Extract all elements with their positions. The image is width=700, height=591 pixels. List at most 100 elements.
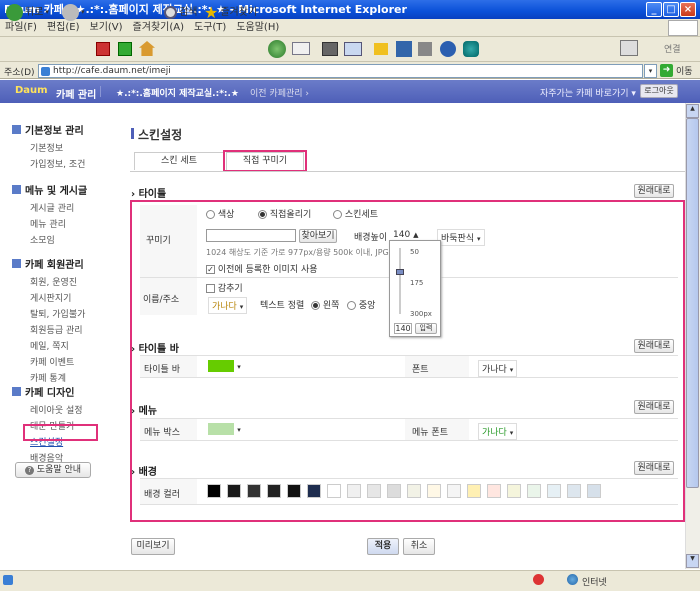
align-left-radio[interactable]: 왼쪽	[311, 298, 339, 311]
bg-color-label: 배경 컬러	[144, 490, 180, 500]
hide-checkbox[interactable]: 감추기	[206, 281, 243, 294]
stop-icon[interactable]	[96, 42, 110, 56]
sidebar-item-layout[interactable]: 레이아웃 설정	[30, 403, 83, 416]
sidebar-item-menu-manage[interactable]: 메뉴 관리	[30, 217, 87, 230]
radio-color[interactable]: 색상	[206, 207, 234, 220]
menu-color-picker[interactable]: ▾	[208, 423, 241, 435]
sidebar-item-posts[interactable]: 게시글 관리	[30, 201, 87, 214]
preview-button[interactable]: 미리보기	[131, 538, 175, 555]
sidebar-item-join-info[interactable]: 가입정보, 조건	[30, 157, 85, 170]
tools-icon[interactable]	[620, 40, 638, 56]
menu-icon	[12, 185, 21, 194]
bg-color-swatch[interactable]	[467, 484, 481, 498]
sidebar-item-stats[interactable]: 카페 통계	[30, 371, 85, 384]
mail-icon[interactable]	[292, 42, 310, 55]
bg-color-swatch[interactable]	[567, 484, 581, 498]
sidebar-item-basic-info[interactable]: 기본정보	[30, 141, 85, 154]
slider-track[interactable]	[399, 248, 401, 314]
prev-admin-link[interactable]: 이전 카페관리 ›	[250, 86, 309, 99]
bg-color-swatch[interactable]	[487, 484, 501, 498]
minimize-button[interactable]: _	[646, 2, 662, 17]
info-icon	[12, 125, 21, 134]
tab-skin-set[interactable]: 스킨 세트	[134, 152, 224, 170]
sidebar-item-events[interactable]: 카페 이벤트	[30, 355, 85, 368]
go-button[interactable]: 이동	[676, 64, 693, 77]
settings-icon[interactable]	[440, 41, 456, 57]
bg-color-swatch[interactable]	[327, 484, 341, 498]
address-input[interactable]: http://cafe.daum.net/imeji	[38, 64, 643, 78]
titlebar-color-picker[interactable]: ▾	[208, 360, 241, 372]
menu-view[interactable]: 보기(V)	[85, 19, 128, 37]
help-button[interactable]: ? 도움말 안내	[15, 462, 91, 478]
bg-color-swatch[interactable]	[527, 484, 541, 498]
bg-color-swatch[interactable]	[307, 484, 321, 498]
bg-color-swatch[interactable]	[347, 484, 361, 498]
research-icon[interactable]	[418, 42, 432, 56]
bg-color-swatch[interactable]	[507, 484, 521, 498]
link-label[interactable]: 연결	[664, 42, 681, 55]
folder-icon[interactable]	[374, 43, 388, 55]
logout-button[interactable]: 로그아웃	[640, 84, 678, 98]
cafe-name[interactable]: ★.:*:.홈페이지 제작교실.:*:.★	[116, 86, 239, 99]
slider-handle[interactable]	[396, 269, 404, 275]
bg-color-swatch[interactable]	[367, 484, 381, 498]
close-button[interactable]: ×	[680, 2, 696, 17]
cancel-button[interactable]: 취소	[403, 538, 435, 555]
messenger-icon[interactable]	[396, 41, 412, 57]
align-center-radio[interactable]: 중앙	[347, 298, 375, 311]
bg-color-swatch[interactable]	[587, 484, 601, 498]
address-dropdown[interactable]: ▾	[644, 64, 657, 78]
edit-icon[interactable]	[344, 42, 362, 56]
daum-logo[interactable]: Daum	[15, 85, 48, 96]
sidebar-item-groups[interactable]: 소모임	[30, 233, 87, 246]
bg-reset-button[interactable]: 원래대로	[634, 461, 674, 475]
favorites-button[interactable]: ★ 즐겨찾기	[204, 3, 257, 22]
titlebar-reset-button[interactable]: 원래대로	[634, 339, 674, 353]
bg-height-value[interactable]: 140 ▲	[393, 230, 418, 240]
menu-font-select[interactable]: 가나다 ▾	[478, 423, 518, 440]
sidebar-item-grades[interactable]: 회원등급 관리	[30, 323, 85, 336]
bg-color-swatch[interactable]	[387, 484, 401, 498]
menu-reset-button[interactable]: 원래대로	[634, 400, 674, 414]
go-arrow-icon[interactable]: ➜	[660, 64, 673, 77]
bg-color-swatch[interactable]	[227, 484, 241, 498]
sidebar-item-members[interactable]: 회원, 운영진	[30, 275, 85, 288]
sidebar-item-mail[interactable]: 메일, 쪽지	[30, 339, 85, 352]
tile-select[interactable]: 바둑판식 ▾	[437, 229, 485, 246]
title-reset-button[interactable]: 원래대로	[634, 184, 674, 198]
radio-upload[interactable]: 직접올리기	[258, 207, 311, 220]
apply-button[interactable]: 적용	[367, 538, 399, 555]
search-button[interactable]: 검색	[164, 3, 197, 22]
bg-color-swatch[interactable]	[287, 484, 301, 498]
browse-button[interactable]: 찾아보기	[299, 229, 337, 243]
slider-value-input[interactable]: 140	[394, 323, 412, 334]
sidebar-item-board-keepers[interactable]: 게시판지기	[30, 291, 85, 304]
maximize-button[interactable]: □	[663, 2, 679, 17]
sidebar-group-title[interactable]: 기본정보 관리	[25, 126, 84, 137]
file-path-input[interactable]	[206, 229, 296, 242]
bg-color-swatch[interactable]	[427, 484, 441, 498]
plugin-icon[interactable]	[463, 41, 479, 57]
scroll-thumb[interactable]	[686, 118, 699, 488]
sidebar-item-withdraw[interactable]: 탈퇴, 가입불가	[30, 307, 85, 320]
back-button[interactable]: 뒤로 ▾	[6, 3, 49, 22]
bg-color-swatch[interactable]	[207, 484, 221, 498]
forward-button[interactable]: ▾	[62, 3, 85, 22]
bg-color-swatch[interactable]	[247, 484, 261, 498]
scroll-down-button[interactable]: ▼	[686, 554, 699, 568]
refresh-icon[interactable]	[118, 42, 132, 56]
bg-color-swatch[interactable]	[547, 484, 561, 498]
scroll-up-button[interactable]: ▲	[686, 104, 699, 118]
print-icon[interactable]	[322, 42, 338, 56]
use-previous-checkbox[interactable]: ✓ 이전에 등록한 이미지 사용	[206, 262, 318, 275]
history-icon[interactable]	[268, 40, 286, 58]
name-font-select[interactable]: 가나다 ▾	[208, 297, 248, 314]
radio-skin-set[interactable]: 스킨세트	[333, 207, 378, 220]
titlebar-font-select[interactable]: 가나다 ▾	[478, 360, 518, 377]
quick-cafe-select[interactable]: 자주가는 카페 바로가기 ▾	[540, 86, 636, 99]
bg-color-swatch[interactable]	[447, 484, 461, 498]
bg-color-swatch[interactable]	[407, 484, 421, 498]
page-icon	[41, 67, 50, 76]
bg-color-swatch[interactable]	[267, 484, 281, 498]
slider-enter-button[interactable]: 입력	[415, 323, 437, 334]
